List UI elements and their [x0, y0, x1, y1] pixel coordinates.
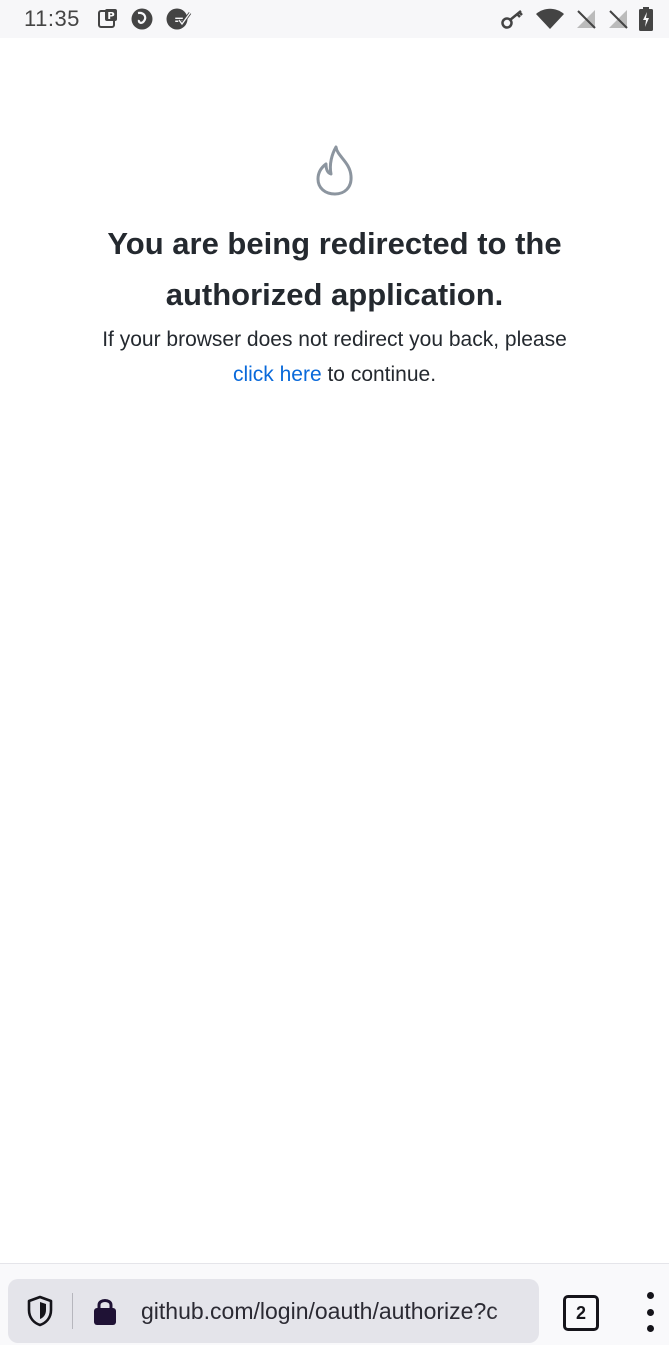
browser-toolbar: github.com/login/oauth/authorize?c 2 — [0, 1263, 669, 1345]
redirect-instructions-suffix: to continue. — [321, 363, 437, 386]
notification-icons: P = — [96, 7, 192, 31]
redirect-instructions-text: If your browser does not redirect you ba… — [102, 328, 567, 351]
secure-lock-icon[interactable] — [73, 1296, 137, 1326]
sync-notification-icon: = — [166, 7, 192, 31]
tracking-protection-shield-icon[interactable] — [8, 1295, 72, 1327]
tab-counter-button[interactable]: 2 — [563, 1295, 599, 1331]
parking-notification-icon: P — [96, 8, 118, 30]
menu-dot — [646, 1325, 654, 1332]
status-bar: 11:35 P = — [0, 0, 669, 38]
redirect-instructions: If your browser does not redirect you ba… — [40, 322, 629, 392]
menu-dot — [646, 1308, 654, 1316]
signal-off-icon — [575, 8, 597, 30]
page-content: You are being redirected to the authoriz… — [0, 38, 669, 1263]
flame-icon — [314, 144, 356, 201]
firefox-notification-icon — [130, 7, 154, 31]
overflow-menu-icon[interactable] — [636, 1292, 664, 1332]
address-bar[interactable]: github.com/login/oauth/authorize?c — [8, 1279, 539, 1343]
battery-charging-icon — [639, 7, 653, 31]
click-here-link[interactable]: click here — [233, 363, 322, 386]
status-time: 11:35 — [24, 6, 80, 31]
vpn-key-icon — [501, 8, 525, 30]
menu-dot — [646, 1292, 654, 1299]
wifi-icon — [535, 8, 565, 30]
svg-text:P: P — [107, 11, 114, 22]
page-title: You are being redirected to the authoriz… — [107, 226, 562, 312]
flame-icon-wrapper — [0, 144, 669, 201]
signal-off-icon-2 — [607, 8, 629, 30]
system-status-icons — [501, 7, 653, 31]
url-text[interactable]: github.com/login/oauth/authorize?c — [141, 1298, 539, 1325]
